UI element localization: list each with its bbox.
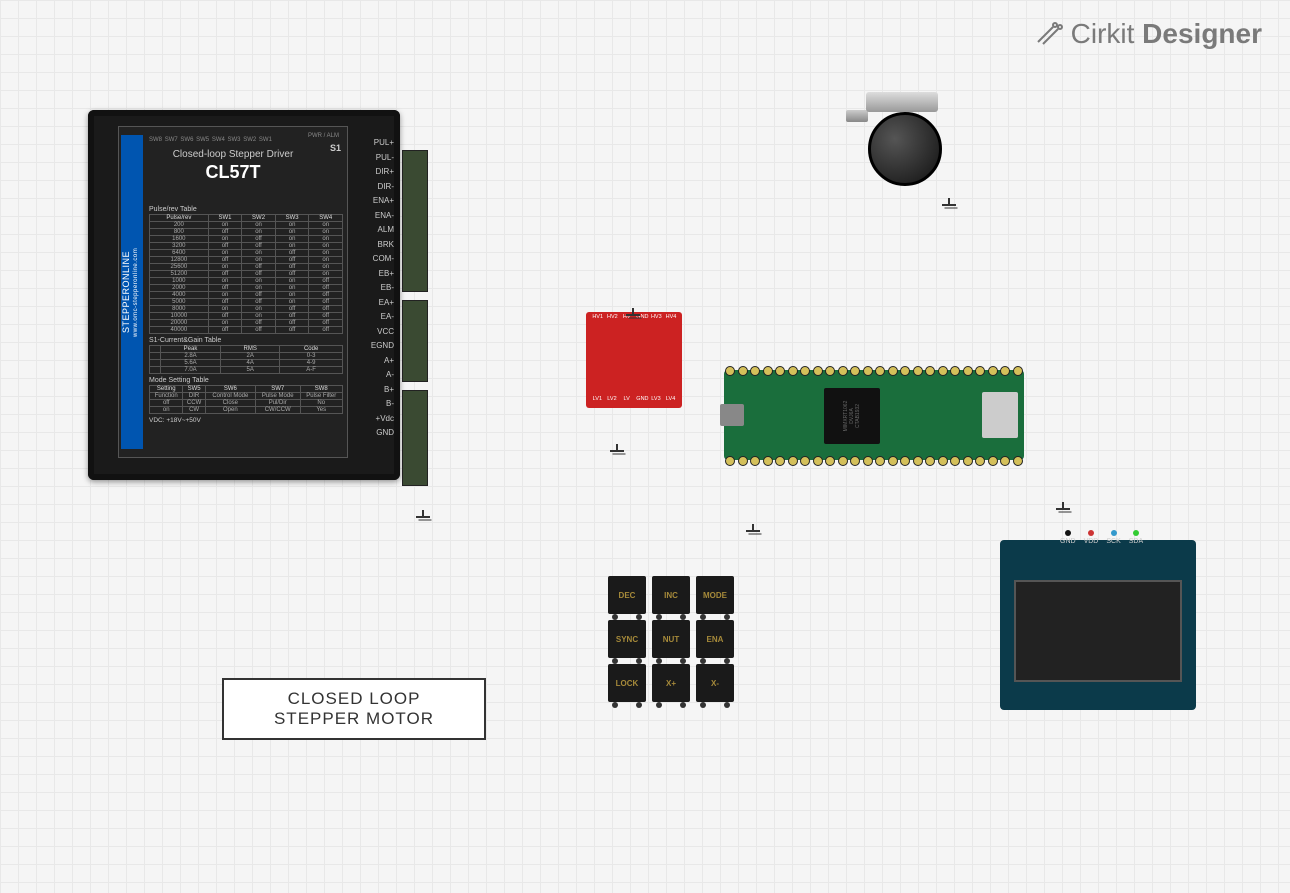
dip-switch-labels: SW8SW7SW6SW5SW4SW3SW2SW1 xyxy=(149,133,272,147)
ground-symbol-icon xyxy=(1056,502,1070,516)
key-inc[interactable]: INC xyxy=(652,576,690,614)
oled-screen xyxy=(1014,580,1182,682)
ground-symbol-icon xyxy=(746,524,760,538)
driver-title: Closed-loop Stepper Driver xyxy=(119,149,347,160)
driver-faceplate: STEPPERONLINEwww.omc-stepperonline.com S… xyxy=(118,126,348,458)
teensy-mcu[interactable]: MIMXRT1062DVJ6ACTAB1932 xyxy=(724,370,1024,460)
pwr-alm-label: PWR / ALM xyxy=(308,133,339,139)
motor-label-box: CLOSED LOOP STEPPER MOTOR xyxy=(222,678,486,740)
key-x+[interactable]: X+ xyxy=(652,664,690,702)
mcu-chip: MIMXRT1062DVJ6ACTAB1932 xyxy=(824,388,880,444)
key-x-[interactable]: X- xyxy=(696,664,734,702)
ground-symbol-icon xyxy=(610,444,624,458)
level-shifter[interactable]: HV1HV2HVGNDHV3HV4 LV1LV2LVGNDLV3LV4 xyxy=(586,312,682,422)
ground-symbol-icon xyxy=(416,510,430,524)
driver-pin-labels: PUL+PUL-DIR+DIR-ENA+ENA-ALMBRKCOM-EB+EB-… xyxy=(352,136,398,441)
motor-label-l2: STEPPER MOTOR xyxy=(274,709,434,729)
motor-label-l1: CLOSED LOOP xyxy=(288,689,421,709)
app-logo: Cirkit Designer xyxy=(1035,18,1262,50)
sd-slot-icon xyxy=(982,392,1018,438)
keypad: DECINCMODE SYNCNUTENA LOCKX+X- xyxy=(608,576,738,702)
s1-label: S1 xyxy=(330,143,341,153)
encoder-shaft-icon xyxy=(846,110,868,122)
stepper-driver[interactable]: STEPPERONLINEwww.omc-stepperonline.com S… xyxy=(88,110,400,480)
rotary-encoder[interactable] xyxy=(860,92,944,188)
logo-text: Cirkit Designer xyxy=(1071,18,1262,50)
usb-connector-icon xyxy=(720,404,744,426)
logo-icon xyxy=(1035,20,1063,48)
driver-tables: Pulse/rev Table Pulse/revSW1SW2SW3SW4200… xyxy=(149,203,343,424)
key-mode[interactable]: MODE xyxy=(696,576,734,614)
oled-pins: GNDVDDSCKSDA xyxy=(1060,530,1143,545)
driver-model: CL57T xyxy=(119,162,347,183)
ground-symbol-icon xyxy=(626,308,640,322)
ground-symbol-icon xyxy=(942,198,956,212)
key-dec[interactable]: DEC xyxy=(608,576,646,614)
oled-display[interactable]: GNDVDDSCKSDA xyxy=(1000,540,1196,710)
driver-terminals[interactable] xyxy=(402,150,428,494)
key-ena[interactable]: ENA xyxy=(696,620,734,658)
driver-brand: STEPPERONLINEwww.omc-stepperonline.com xyxy=(121,135,143,449)
key-lock[interactable]: LOCK xyxy=(608,664,646,702)
key-sync[interactable]: SYNC xyxy=(608,620,646,658)
key-nut[interactable]: NUT xyxy=(652,620,690,658)
